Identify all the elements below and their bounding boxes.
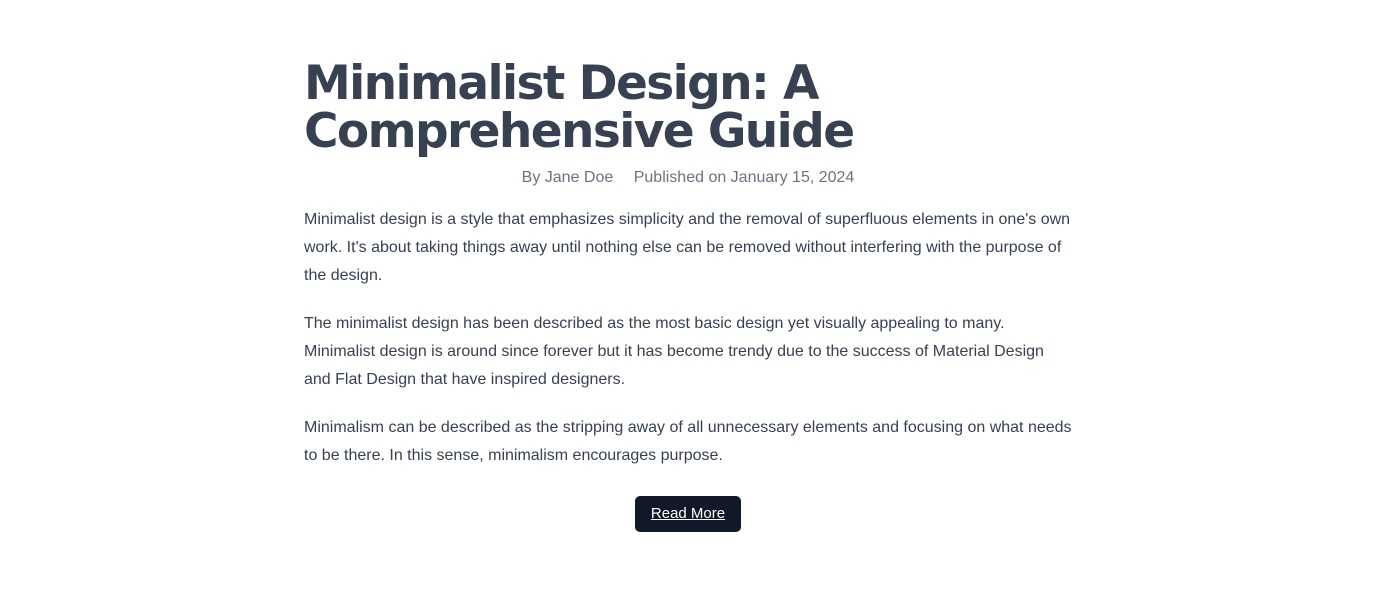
author-byline: By Jane Doe: [521, 169, 614, 186]
article-body: Minimalist design is a style that emphas…: [304, 206, 1072, 470]
read-more-button[interactable]: Read More: [634, 496, 742, 532]
paragraph: Minimalism can be described as the strip…: [304, 419, 1072, 464]
paragraph: Minimalist design is a style that emphas…: [304, 211, 1071, 284]
article: Minimalist Design: A Comprehensive Guide…: [304, 60, 1072, 532]
publish-date: Published on January 15, 2024: [633, 169, 855, 186]
article-meta: By Jane Doe Published on January 15, 202…: [304, 168, 1072, 188]
article-title: Minimalist Design: A Comprehensive Guide: [304, 56, 855, 159]
article-actions: Read More: [304, 496, 1072, 532]
paragraph: The minimalist design has been described…: [304, 315, 1044, 388]
